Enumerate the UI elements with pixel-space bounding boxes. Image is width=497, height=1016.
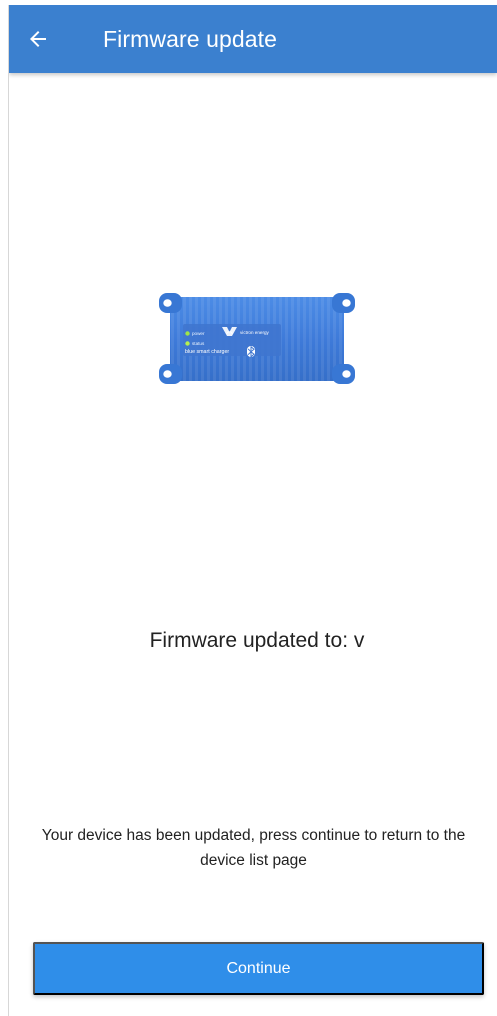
page-title: Firmware update — [103, 26, 278, 52]
update-complete-description: Your device has been updated, press cont… — [41, 827, 466, 869]
firmware-updated-message: Firmware updated to: v — [9, 625, 497, 657]
firmware-updated-label: Firmware updated to: — [149, 629, 354, 652]
continue-button[interactable]: Continue — [33, 942, 484, 995]
arrow-left-icon — [26, 27, 50, 51]
model-label: blue smart charger — [185, 349, 229, 355]
back-button[interactable] — [9, 5, 67, 73]
blue-smart-charger-image: power status victron energy blue smart c… — [159, 288, 355, 390]
app-bar: Firmware update — [9, 5, 497, 73]
firmware-version: v — [353, 629, 365, 652]
firmware-update-screen: Firmware update power status victron ene… — [8, 5, 497, 1016]
bluetooth-icon — [247, 346, 255, 358]
power-label: power — [192, 331, 205, 336]
brand-label: victron energy — [240, 330, 270, 335]
status-label: status — [192, 341, 205, 346]
